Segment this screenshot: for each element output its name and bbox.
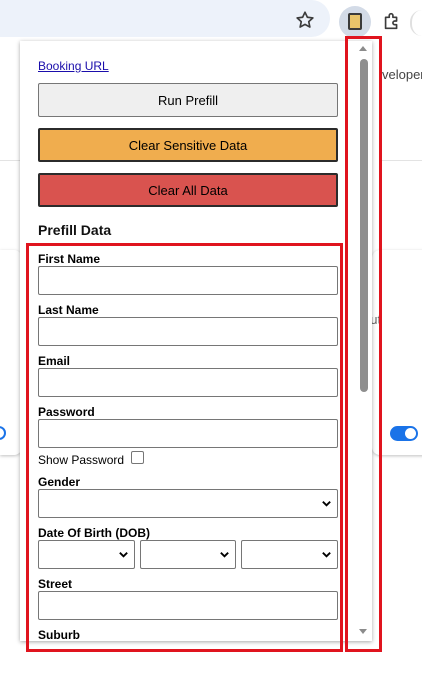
form-highlight-box — [26, 243, 343, 652]
background-toggle[interactable] — [390, 426, 418, 441]
extension-logo-icon — [348, 13, 362, 30]
background-divider — [0, 160, 20, 161]
puzzle-icon[interactable] — [381, 10, 403, 32]
background-divider — [380, 160, 422, 161]
scrollbar-highlight-box — [345, 36, 382, 652]
background-card — [0, 250, 22, 455]
clear-sensitive-data-button[interactable]: Clear Sensitive Data — [38, 128, 338, 162]
toolbar-divider — [410, 10, 422, 36]
prefill-data-heading: Prefill Data — [38, 222, 112, 238]
address-bar[interactable] — [0, 0, 330, 37]
run-prefill-button[interactable]: Run Prefill — [38, 83, 338, 117]
clear-all-data-button[interactable]: Clear All Data — [38, 173, 338, 207]
star-icon[interactable] — [294, 9, 316, 31]
booking-url-link[interactable]: Booking URL — [38, 59, 109, 73]
extension-icon[interactable] — [339, 6, 371, 38]
background-developer-text: veloper m — [382, 67, 422, 82]
